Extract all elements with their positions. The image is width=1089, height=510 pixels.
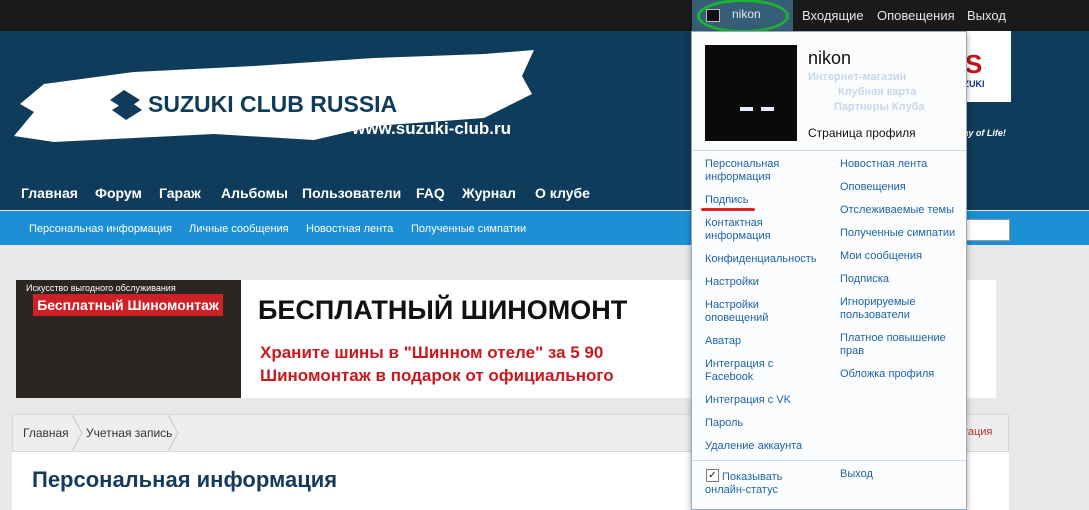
ghost-link-shop: Интернет-магазин (808, 71, 907, 83)
ghost-link-partners: Партнеры Клуба (834, 101, 925, 113)
breadcrumb-separator-icon (71, 415, 83, 451)
page-title: Персональная информация (32, 467, 338, 492)
breadcrumb-separator-icon (167, 415, 179, 451)
nav-home[interactable]: Главная (21, 185, 78, 201)
menu-privacy[interactable]: Конфиденциальность (705, 253, 830, 266)
menu-alerts[interactable]: Оповещения (840, 181, 960, 194)
menu-logout[interactable]: Выход (840, 468, 900, 481)
breadcrumb-account[interactable]: Учетная запись (86, 426, 172, 440)
alerts-link[interactable]: Оповещения (877, 8, 955, 23)
user-dropdown-menu: nikon Интернет-магазин Клубная карта Пар… (691, 31, 967, 510)
ad-tagline: Искусство выгодного обслуживания (26, 283, 176, 293)
breadcrumb-home[interactable]: Главная (23, 426, 69, 440)
menu-signature[interactable]: Подпись (705, 194, 815, 207)
suzuki-s-icon: S (965, 49, 983, 79)
nav-journal[interactable]: Журнал (462, 185, 516, 201)
ad-image: Искусство выгодного обслуживания Бесплат… (16, 280, 241, 398)
subnav-news-feed[interactable]: Новостная лента (306, 223, 393, 235)
nav-users[interactable]: Пользователи (302, 185, 401, 201)
menu-received-likes[interactable]: Полученные симпатии (840, 227, 965, 240)
nav-forum[interactable]: Форум (95, 185, 142, 201)
avatar[interactable] (705, 45, 797, 141)
menu-contact-info[interactable]: Контактная информация (705, 217, 815, 243)
subnav-likes[interactable]: Полученные симпатии (411, 223, 526, 235)
top-bar: nikon Входящие Оповещения Выход (0, 0, 1089, 31)
menu-watched-threads[interactable]: Отслеживаемые темы (840, 204, 965, 217)
menu-settings[interactable]: Настройки (705, 276, 815, 289)
nav-about[interactable]: О клубе (535, 185, 590, 201)
logout-link[interactable]: Выход (967, 8, 1006, 23)
red-underline-annotation (701, 208, 755, 211)
highlight-annotation-oval (697, 0, 789, 33)
nav-albums[interactable]: Альбомы (221, 185, 288, 201)
menu-my-posts[interactable]: Мои сообщения (840, 250, 960, 263)
menu-delete-account[interactable]: Удаление аккаунта (705, 440, 825, 453)
subnav-personal-info[interactable]: Персональная информация (29, 223, 172, 235)
menu-news-feed[interactable]: Новостная лента (840, 158, 960, 171)
subnav-messages[interactable]: Личные сообщения (189, 223, 289, 235)
menu-vk[interactable]: Интеграция с VK (705, 394, 815, 407)
show-online-label[interactable]: Показывать онлайн-статус (705, 471, 815, 497)
profile-page-link[interactable]: Страница профиля (808, 126, 916, 140)
search-input[interactable] (963, 219, 1010, 241)
divider (692, 460, 966, 461)
menu-password[interactable]: Пароль (705, 417, 815, 430)
divider (692, 150, 966, 151)
banner-url: www.suzuki-club.ru (352, 119, 511, 138)
ghost-link-card: Клубная карта (838, 86, 917, 98)
avatar-headlights-icon (740, 107, 774, 111)
ad-line-2: Шиномонтаж в подарок от официального (260, 366, 614, 385)
ad-title: БЕСПЛАТНЫЙ ШИНОМОНТ (258, 295, 628, 325)
menu-personal-info[interactable]: Персональная информация (705, 158, 815, 184)
nav-faq[interactable]: FAQ (416, 185, 445, 201)
banner-title: SUZUKI CLUB RUSSIA (148, 91, 397, 117)
menu-username[interactable]: nikon (808, 48, 851, 69)
ad-line-1: Храните шины в "Шинном отеле" за 5 90 (260, 343, 604, 362)
menu-alert-settings[interactable]: Настройки оповещений (705, 299, 815, 325)
inbox-link[interactable]: Входящие (802, 8, 864, 23)
nav-garage[interactable]: Гараж (159, 185, 201, 201)
menu-subscription[interactable]: Подписка (840, 273, 960, 286)
menu-facebook[interactable]: Интеграция с Facebook (705, 358, 815, 384)
menu-paid-upgrades[interactable]: Платное повышение прав (840, 332, 950, 358)
ad-badge: Бесплатный Шиномонтаж (33, 294, 223, 316)
menu-profile-cover[interactable]: Обложка профиля (840, 368, 960, 381)
menu-avatar[interactable]: Аватар (705, 335, 815, 348)
menu-ignored-users[interactable]: Игнорируемые пользователи (840, 296, 945, 322)
